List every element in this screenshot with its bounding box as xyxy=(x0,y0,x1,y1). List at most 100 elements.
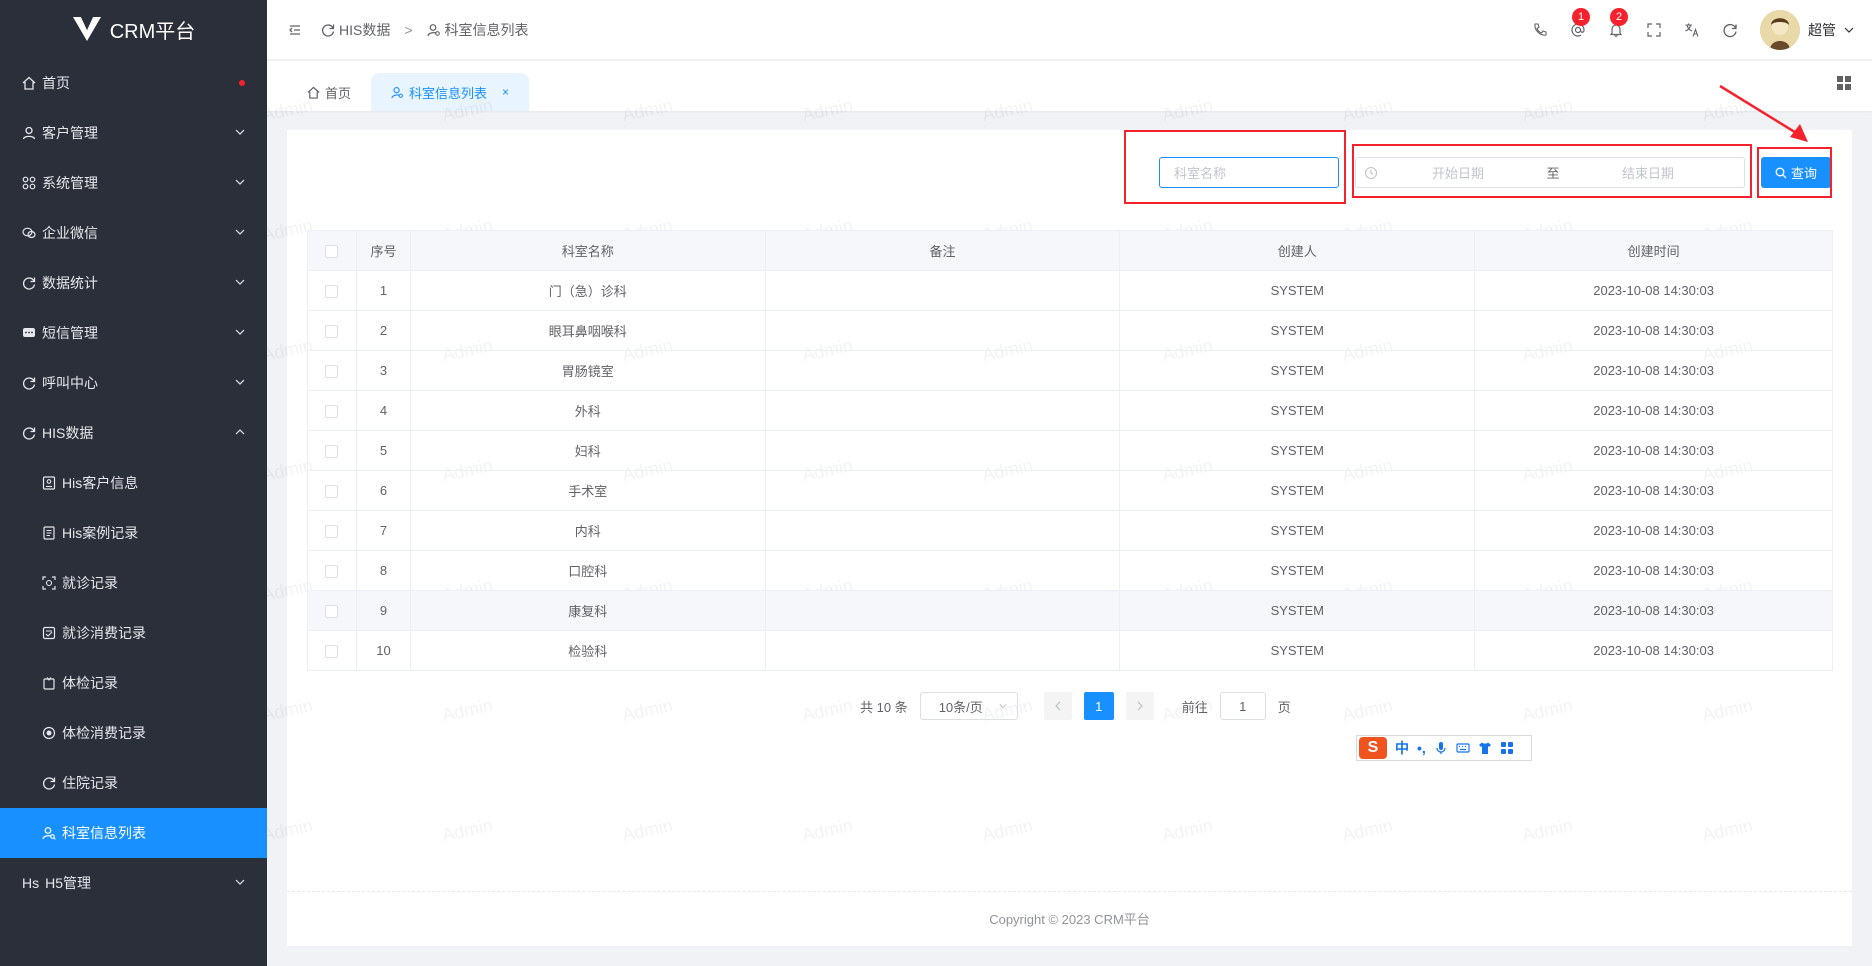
cell-time: 2023-10-08 14:30:03 xyxy=(1474,510,1833,551)
translate-icon[interactable] xyxy=(1684,22,1700,38)
sidebar-item-label: 数据统计 xyxy=(42,275,98,291)
table-row[interactable]: 10 检验科 SYSTEM 2023-10-08 14:30:03 xyxy=(307,630,1833,671)
row-select-cell[interactable] xyxy=(307,590,357,631)
annotation-arrow-icon xyxy=(1719,84,1808,142)
sidebar-item-inpatient-record[interactable]: 住院记录 xyxy=(0,758,267,808)
row-select-cell[interactable] xyxy=(307,510,357,551)
sidebar-item-his-case[interactable]: His案例记录 xyxy=(0,508,267,558)
sidebar-item-his-data[interactable]: HIS数据 xyxy=(0,408,267,458)
row-select-cell[interactable] xyxy=(307,350,357,391)
collapse-sidebar-icon[interactable] xyxy=(287,22,303,38)
select-all-checkbox[interactable] xyxy=(325,245,339,259)
sidebar-item-h5[interactable]: Hs H5管理 xyxy=(0,858,267,908)
breadcrumb-item[interactable]: HIS数据 xyxy=(339,20,390,40)
cell-no: 8 xyxy=(355,550,411,591)
sidebar-item-visit-consumption[interactable]: 就诊消费记录 xyxy=(0,608,267,658)
sidebar-item-visit-record[interactable]: 就诊记录 xyxy=(0,558,267,608)
select-all-cell[interactable] xyxy=(307,230,357,271)
cell-remark xyxy=(764,390,1121,431)
scan-icon xyxy=(42,576,56,590)
fullscreen-icon[interactable] xyxy=(1646,22,1662,38)
table-row[interactable]: 2 眼耳鼻咽喉科 SYSTEM 2023-10-08 14:30:03 xyxy=(307,310,1833,351)
row-checkbox[interactable] xyxy=(325,365,339,379)
cell-no: 5 xyxy=(355,430,411,471)
tab-home[interactable]: 首页 xyxy=(287,73,371,111)
sidebar-item-wecom[interactable]: 企业微信 xyxy=(0,208,267,258)
sidebar-item-system[interactable]: 系统管理 xyxy=(0,158,267,208)
cell-name: 手术室 xyxy=(409,470,766,511)
tab-dept-list[interactable]: 科室信息列表 × xyxy=(371,73,530,111)
sidebar-item-checkup-record[interactable]: 体检记录 xyxy=(0,658,267,708)
page-number-current[interactable]: 1 xyxy=(1083,692,1114,720)
sogou-logo-icon[interactable]: S xyxy=(1359,737,1387,759)
table-row[interactable]: 5 妇科 SYSTEM 2023-10-08 14:30:03 xyxy=(307,430,1833,471)
table-header-row: 序号 科室名称 备注 创建人 创建时间 xyxy=(307,230,1833,271)
ime-lang-toggle[interactable]: 中 xyxy=(1395,738,1409,758)
grid-menu-icon[interactable] xyxy=(1836,75,1852,91)
page-size-select[interactable]: 10条/页 xyxy=(919,692,1018,720)
row-checkbox[interactable] xyxy=(325,405,339,419)
table-row[interactable]: 1 门（急）诊科 SYSTEM 2023-10-08 14:30:03 xyxy=(307,270,1833,311)
row-checkbox[interactable] xyxy=(325,645,339,659)
cell-creator: SYSTEM xyxy=(1119,350,1476,391)
table-row[interactable]: 9 康复科 SYSTEM 2023-10-08 14:30:03 xyxy=(307,590,1833,631)
table-row[interactable]: 3 胃肠镜室 SYSTEM 2023-10-08 14:30:03 xyxy=(307,350,1833,391)
mention-button[interactable]: 1 xyxy=(1570,8,1590,38)
app-logo[interactable]: CRM平台 xyxy=(0,0,267,58)
row-select-cell[interactable] xyxy=(307,630,357,671)
row-checkbox[interactable] xyxy=(325,525,339,539)
table-row[interactable]: 6 手术室 SYSTEM 2023-10-08 14:30:03 xyxy=(307,470,1833,511)
prev-page-button[interactable] xyxy=(1043,692,1072,720)
cell-no: 6 xyxy=(355,470,411,511)
keyboard-icon[interactable] xyxy=(1456,741,1470,755)
row-select-cell[interactable] xyxy=(307,270,357,311)
row-checkbox[interactable] xyxy=(325,285,339,299)
sidebar-item-statistics[interactable]: 数据统计 xyxy=(0,258,267,308)
next-page-button[interactable] xyxy=(1125,692,1154,720)
ime-punct-toggle[interactable]: •, xyxy=(1417,740,1426,756)
home-icon xyxy=(22,76,36,90)
sidebar-item-his-customer[interactable]: His客户信息 xyxy=(0,458,267,508)
sidebar-item-call-center[interactable]: 呼叫中心 xyxy=(0,358,267,408)
row-checkbox[interactable] xyxy=(325,485,339,499)
annotation-box-query xyxy=(1757,147,1832,198)
row-select-cell[interactable] xyxy=(307,390,357,431)
table-row[interactable]: 8 口腔科 SYSTEM 2023-10-08 14:30:03 xyxy=(307,550,1833,591)
cell-name: 口腔科 xyxy=(409,550,766,591)
notification-button[interactable]: 2 xyxy=(1608,8,1628,38)
user-menu[interactable]: 超管 xyxy=(1760,10,1854,50)
goto-page-input[interactable]: 1 xyxy=(1219,692,1266,720)
skin-shirt-icon[interactable] xyxy=(1478,741,1492,755)
row-select-cell[interactable] xyxy=(307,550,357,591)
cell-creator: SYSTEM xyxy=(1119,550,1476,591)
chevron-down-icon xyxy=(235,329,245,335)
row-select-cell[interactable] xyxy=(307,310,357,351)
row-select-cell[interactable] xyxy=(307,470,357,511)
phone-icon[interactable] xyxy=(1532,22,1548,38)
row-checkbox[interactable] xyxy=(325,605,339,619)
refresh-icon[interactable] xyxy=(1722,22,1738,38)
sidebar-item-checkup-consumption[interactable]: 体检消费记录 xyxy=(0,708,267,758)
chevron-down-icon xyxy=(235,379,245,385)
pagination: 共 10 条 10条/页 1 前往 1 页 xyxy=(860,692,1291,720)
sidebar-item-customers[interactable]: 客户管理 xyxy=(0,108,267,158)
row-checkbox[interactable] xyxy=(325,445,339,459)
row-checkbox[interactable] xyxy=(325,325,339,339)
sidebar-item-dept-list[interactable]: 科室信息列表 xyxy=(0,808,267,858)
sidebar-item-label: 体检记录 xyxy=(62,675,118,691)
top-header: HIS数据 > 科室信息列表 1 2 超管 xyxy=(267,0,1872,60)
row-checkbox[interactable] xyxy=(325,565,339,579)
table-row[interactable]: 7 内科 SYSTEM 2023-10-08 14:30:03 xyxy=(307,510,1833,551)
sidebar-item-sms[interactable]: 短信管理 xyxy=(0,308,267,358)
cell-remark xyxy=(764,550,1121,591)
row-select-cell[interactable] xyxy=(307,430,357,471)
close-icon[interactable]: × xyxy=(502,85,509,99)
toolbox-icon[interactable] xyxy=(1500,741,1514,755)
avatar xyxy=(1760,10,1800,50)
sidebar-item-home[interactable]: 首页 xyxy=(0,58,267,108)
app-title: CRM平台 xyxy=(109,20,196,43)
column-header: 序号 xyxy=(355,230,411,271)
table-row[interactable]: 4 外科 SYSTEM 2023-10-08 14:30:03 xyxy=(307,390,1833,431)
microphone-icon[interactable] xyxy=(1434,741,1448,755)
cell-no: 9 xyxy=(355,590,411,631)
